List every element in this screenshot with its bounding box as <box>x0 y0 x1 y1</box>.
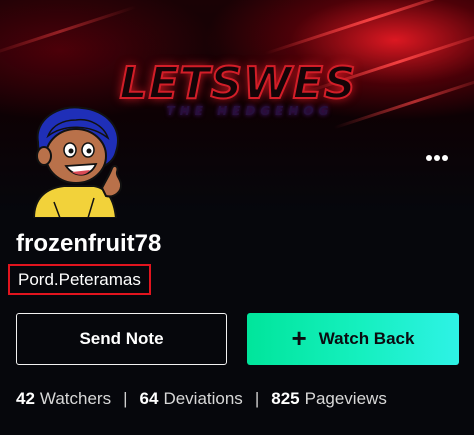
more-options-icon <box>442 155 448 161</box>
deviations-count[interactable]: 64 <box>140 389 159 409</box>
banner-light-streak <box>0 5 137 58</box>
more-options-button[interactable] <box>420 146 454 170</box>
watch-back-label: Watch Back <box>318 329 415 348</box>
watch-back-button[interactable]: + Watch Back <box>247 313 459 365</box>
watchers-label[interactable]: Watchers <box>40 389 111 409</box>
plus-icon: + <box>291 322 307 353</box>
profile-stats: 42 Watchers | 64 Deviations | 825 Pagevi… <box>16 389 387 409</box>
pageviews-label: Pageviews <box>304 389 387 408</box>
stats-separator: | <box>123 389 128 408</box>
username: frozenfruit78 <box>16 230 162 257</box>
display-name: Pord.Peteramas <box>8 264 151 295</box>
more-options-icon <box>434 155 440 161</box>
pageviews-count: 825 <box>271 389 300 408</box>
watchers-count[interactable]: 42 <box>16 389 35 409</box>
send-note-button[interactable]: Send Note <box>16 313 227 365</box>
avatar[interactable] <box>24 98 128 219</box>
banner-tagline: THE HEDGEHOG <box>166 104 334 118</box>
more-options-icon <box>426 155 432 161</box>
banner-logo-text: LETSWES <box>118 57 357 110</box>
deviations-label[interactable]: Deviations <box>163 389 242 409</box>
send-note-label: Send Note <box>79 329 164 348</box>
stats-separator: | <box>254 389 260 408</box>
cartoon-character-avatar-icon <box>32 106 123 219</box>
